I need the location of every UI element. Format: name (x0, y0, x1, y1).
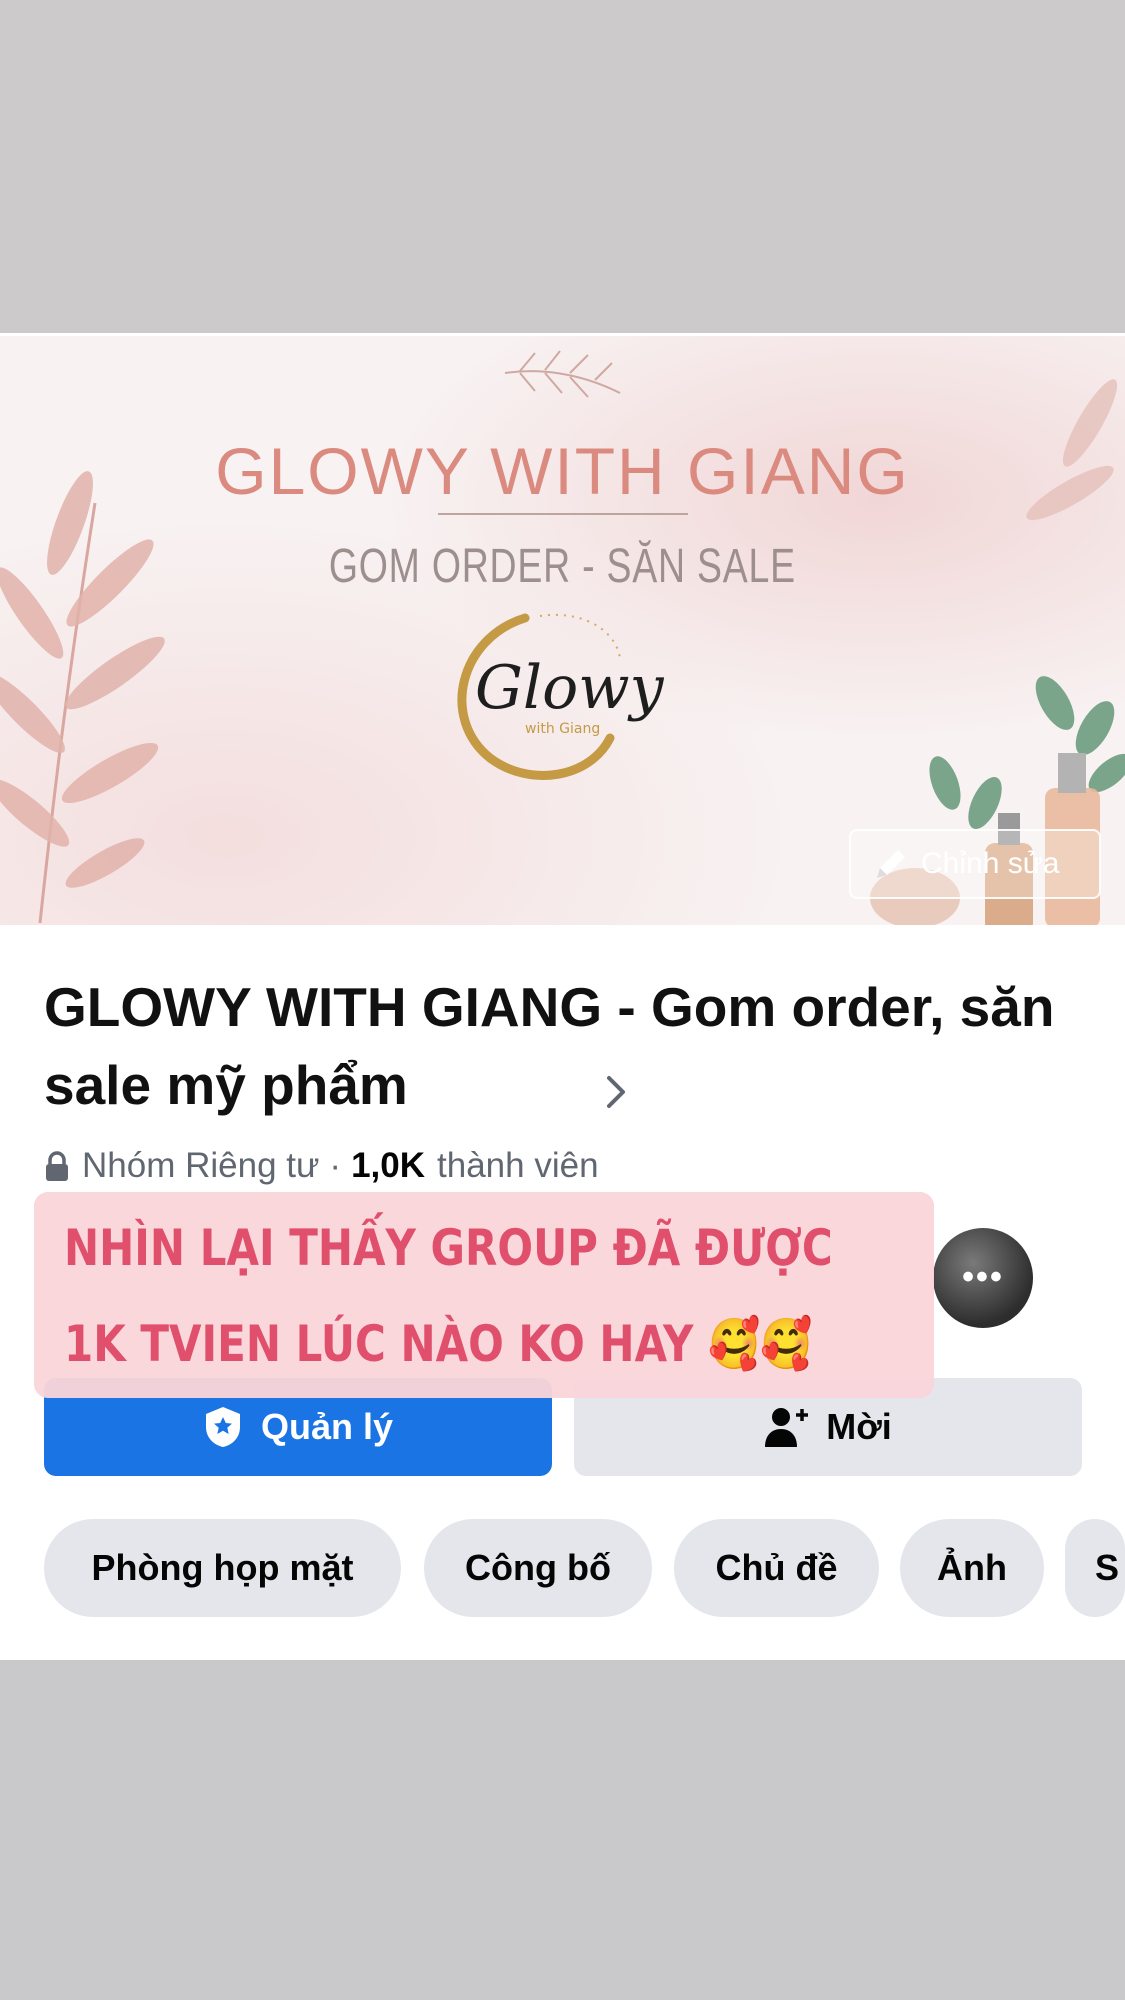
member-avatar[interactable]: ••• (933, 1228, 1033, 1328)
logo-script: Glowy (475, 653, 665, 723)
cover-photo[interactable]: GLOWY WITH GIANG GOM ORDER - SĂN SALE Gl… (0, 333, 1125, 925)
chevron-right-icon[interactable] (603, 1072, 629, 1112)
invite-label: Mời (826, 1406, 892, 1447)
caption-line-2: 1K TVIEN LÚC NÀO KO HAY 🥰🥰 (64, 1315, 813, 1373)
group-name[interactable]: GLOWY WITH GIANG - Gom order, săn sale m… (44, 968, 1094, 1124)
tab-chip[interactable]: S (1065, 1519, 1125, 1617)
story-caption[interactable]: NHÌN LẠI THẤY GROUP ĐÃ ĐƯỢC 1K TVIEN LÚC… (64, 1200, 833, 1392)
tab-chip[interactable]: Chủ đề (674, 1519, 879, 1617)
cover-subtitle: GOM ORDER - SĂN SALE (328, 540, 796, 593)
members-label[interactable]: thành viên (437, 1146, 599, 1186)
edit-cover-label: Chỉnh sửa (921, 847, 1060, 880)
pencil-icon (877, 850, 905, 878)
cover-title: GLOWY WITH GIANG (215, 434, 910, 508)
story-background-bottom (0, 1660, 1125, 2000)
logo-small-text: with Giang (525, 721, 600, 737)
cover-divider (438, 513, 688, 515)
group-meta: Nhóm Riêng tư · 1,0K thành viên (44, 1146, 599, 1186)
caption-line-1: NHÌN LẠI THẤY GROUP ĐÃ ĐƯỢC (64, 1219, 833, 1277)
tab-chip[interactable]: Phòng họp mặt (44, 1519, 401, 1617)
lock-icon (46, 1151, 68, 1181)
manage-label: Quản lý (260, 1406, 394, 1447)
tab-chip[interactable]: Công bố (424, 1519, 652, 1617)
tab-chip[interactable]: Ảnh (900, 1519, 1044, 1617)
shield-icon (205, 1407, 240, 1447)
more-icon: ••• (962, 1258, 1004, 1296)
privacy-label[interactable]: Nhóm Riêng tư (82, 1146, 319, 1186)
edit-cover-button[interactable]: Chỉnh sửa (849, 829, 1101, 899)
add-person-icon (765, 1408, 809, 1447)
glowy-logo-icon: Glowy with Giang (457, 613, 665, 780)
meta-separator: · (329, 1146, 342, 1185)
story-background-top (0, 0, 1125, 333)
members-count[interactable]: 1,0K (351, 1146, 425, 1186)
